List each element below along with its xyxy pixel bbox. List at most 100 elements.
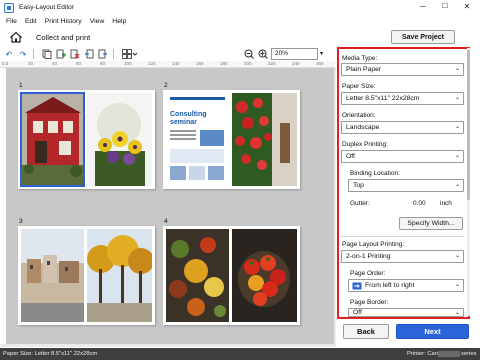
chevron-down-icon: ⌄ <box>454 182 460 188</box>
page-4[interactable] <box>163 226 300 325</box>
status-paper-size: Paper Size: Letter 8.5"x11" 22x28cm <box>3 351 98 357</box>
next-button[interactable]: Next <box>396 324 469 339</box>
gutter-label: Gutter: <box>350 200 370 207</box>
page-number: 1 <box>19 82 23 89</box>
specify-width-button[interactable]: Specify Width... <box>399 217 463 230</box>
ruler-tick: 240 <box>292 61 300 66</box>
move-page-left-icon[interactable] <box>84 49 94 59</box>
page-border-select[interactable]: Off ⌄ <box>348 308 464 317</box>
page-order-value: From left to right <box>365 282 415 289</box>
ruler-tick: 260 <box>316 61 324 66</box>
add-page-icon[interactable] <box>56 49 66 59</box>
page-2[interactable]: Consulting seminar <box>163 90 300 189</box>
page-3[interactable] <box>18 226 155 325</box>
menu-edit[interactable]: Edit <box>25 18 37 25</box>
page-border-value: Off <box>353 309 362 316</box>
zoom-select[interactable]: 20% <box>271 48 318 60</box>
breadcrumb: Collect and print <box>36 32 91 42</box>
document-thumbnail: Consulting seminar <box>166 93 229 186</box>
zoom-in-icon[interactable] <box>258 49 268 59</box>
panel-divider <box>341 236 464 237</box>
move-page-right-icon[interactable] <box>98 49 108 59</box>
page-number: 2 <box>164 82 168 89</box>
page-number: 4 <box>164 218 168 225</box>
paper-size-label: Paper Size: <box>342 83 376 90</box>
orientation-select[interactable]: Landscape ⌄ <box>341 121 464 134</box>
zoom-dropdown-icon[interactable]: ▾ <box>320 48 323 60</box>
photo-red-flowers <box>232 93 297 186</box>
toolbar-divider <box>113 49 114 59</box>
back-button[interactable]: Back <box>343 324 389 339</box>
canvas-horizontal-scrollbar[interactable] <box>0 344 336 347</box>
photo-town <box>21 229 84 322</box>
chevron-down-icon: ⌄ <box>454 282 460 288</box>
page-order-icon <box>352 282 362 294</box>
panel-scrollbar-thumb[interactable] <box>467 50 470 200</box>
page-order-select[interactable]: From left to right ⌄ <box>348 279 464 292</box>
menu-bar: File Edit Print History View Help <box>0 15 480 27</box>
toolbar-divider <box>33 49 34 59</box>
maximize-icon[interactable]: ☐ <box>434 0 456 15</box>
copy-page-icon[interactable] <box>42 49 52 59</box>
menu-view[interactable]: View <box>90 18 105 25</box>
layout-view-icon[interactable] <box>122 49 138 59</box>
status-printer-suffix: series <box>461 351 477 357</box>
undo-icon[interactable]: ↶ <box>4 49 14 59</box>
chevron-down-icon: ⌄ <box>454 253 460 259</box>
gutter-unit: inch <box>440 200 452 207</box>
chevron-down-icon: ⌄ <box>454 66 460 72</box>
ruler-origin: 0.0 <box>2 61 9 66</box>
menu-help[interactable]: Help <box>112 18 126 25</box>
binding-location-label: Binding Location: <box>350 170 400 177</box>
autumn-trees-photo-image <box>87 229 152 322</box>
chevron-down-icon: ⌄ <box>454 310 460 316</box>
page-order-label: Page Order: <box>350 270 386 277</box>
pansies-photo-image <box>87 93 152 186</box>
media-type-select[interactable]: Plain Paper ⌄ <box>341 63 464 76</box>
photo-autumn-trees <box>87 229 152 322</box>
layout-canvas[interactable]: 1 2 Consulting seminar 3 4 <box>6 68 334 344</box>
photo-pansies <box>87 93 152 186</box>
photo-red-house[interactable] <box>20 92 85 187</box>
ruler-tick: 40 <box>52 61 58 66</box>
ruler-tick: 200 <box>244 61 252 66</box>
duplex-select[interactable]: Off ⌄ <box>341 150 464 163</box>
save-project-button[interactable]: Save Project <box>391 30 455 44</box>
ruler-tick: 20 <box>28 61 34 66</box>
menu-file[interactable]: File <box>6 18 17 25</box>
home-icon[interactable] <box>9 31 23 43</box>
ruler-tick: 80 <box>100 61 106 66</box>
spices-photo-image <box>166 229 229 322</box>
chevron-down-icon: ⌄ <box>454 153 460 159</box>
paper-size-select[interactable]: Letter 8.5"x11" 22x28cm ⌄ <box>341 92 464 105</box>
red-flowers-photo-image <box>232 93 297 186</box>
paper-size-value: Letter 8.5"x11" 22x28cm <box>346 95 420 102</box>
minimize-icon[interactable]: ─ <box>412 0 434 15</box>
page-1[interactable] <box>18 90 155 189</box>
ruler-tick: 120 <box>148 61 156 66</box>
status-bar: Paper Size: Letter 8.5"x11" 22x28cm Prin… <box>0 348 480 360</box>
orientation-label: Orientation: <box>342 112 376 119</box>
window-title: Easy-Layout Editor <box>19 4 74 11</box>
ruler-tick: 160 <box>196 61 204 66</box>
title-bar: Easy-Layout Editor <box>0 0 480 15</box>
app-icon <box>4 2 14 13</box>
photo-spices <box>166 229 229 322</box>
canvas-vertical-scrollbar[interactable] <box>334 68 336 344</box>
printer-model-redacted <box>438 351 460 357</box>
tomatoes-photo-image <box>232 229 297 322</box>
photo-tomatoes <box>232 229 297 322</box>
binding-location-select[interactable]: Top ⌄ <box>348 179 464 192</box>
ruler-tick: 220 <box>268 61 276 66</box>
ruler-tick: 60 <box>76 61 82 66</box>
zoom-out-icon[interactable] <box>244 49 254 59</box>
media-type-label: Media Type: <box>342 55 378 62</box>
page-layout-value: 2-on-1 Printing <box>346 253 391 260</box>
menu-print-history[interactable]: Print History <box>45 18 82 25</box>
binding-location-value: Top <box>353 182 364 189</box>
town-photo-image <box>21 229 84 322</box>
redo-icon[interactable]: ↷ <box>18 49 28 59</box>
close-icon[interactable]: ✕ <box>456 0 478 15</box>
page-layout-select[interactable]: 2-on-1 Printing ⌄ <box>341 250 464 263</box>
delete-page-icon[interactable] <box>70 49 80 59</box>
